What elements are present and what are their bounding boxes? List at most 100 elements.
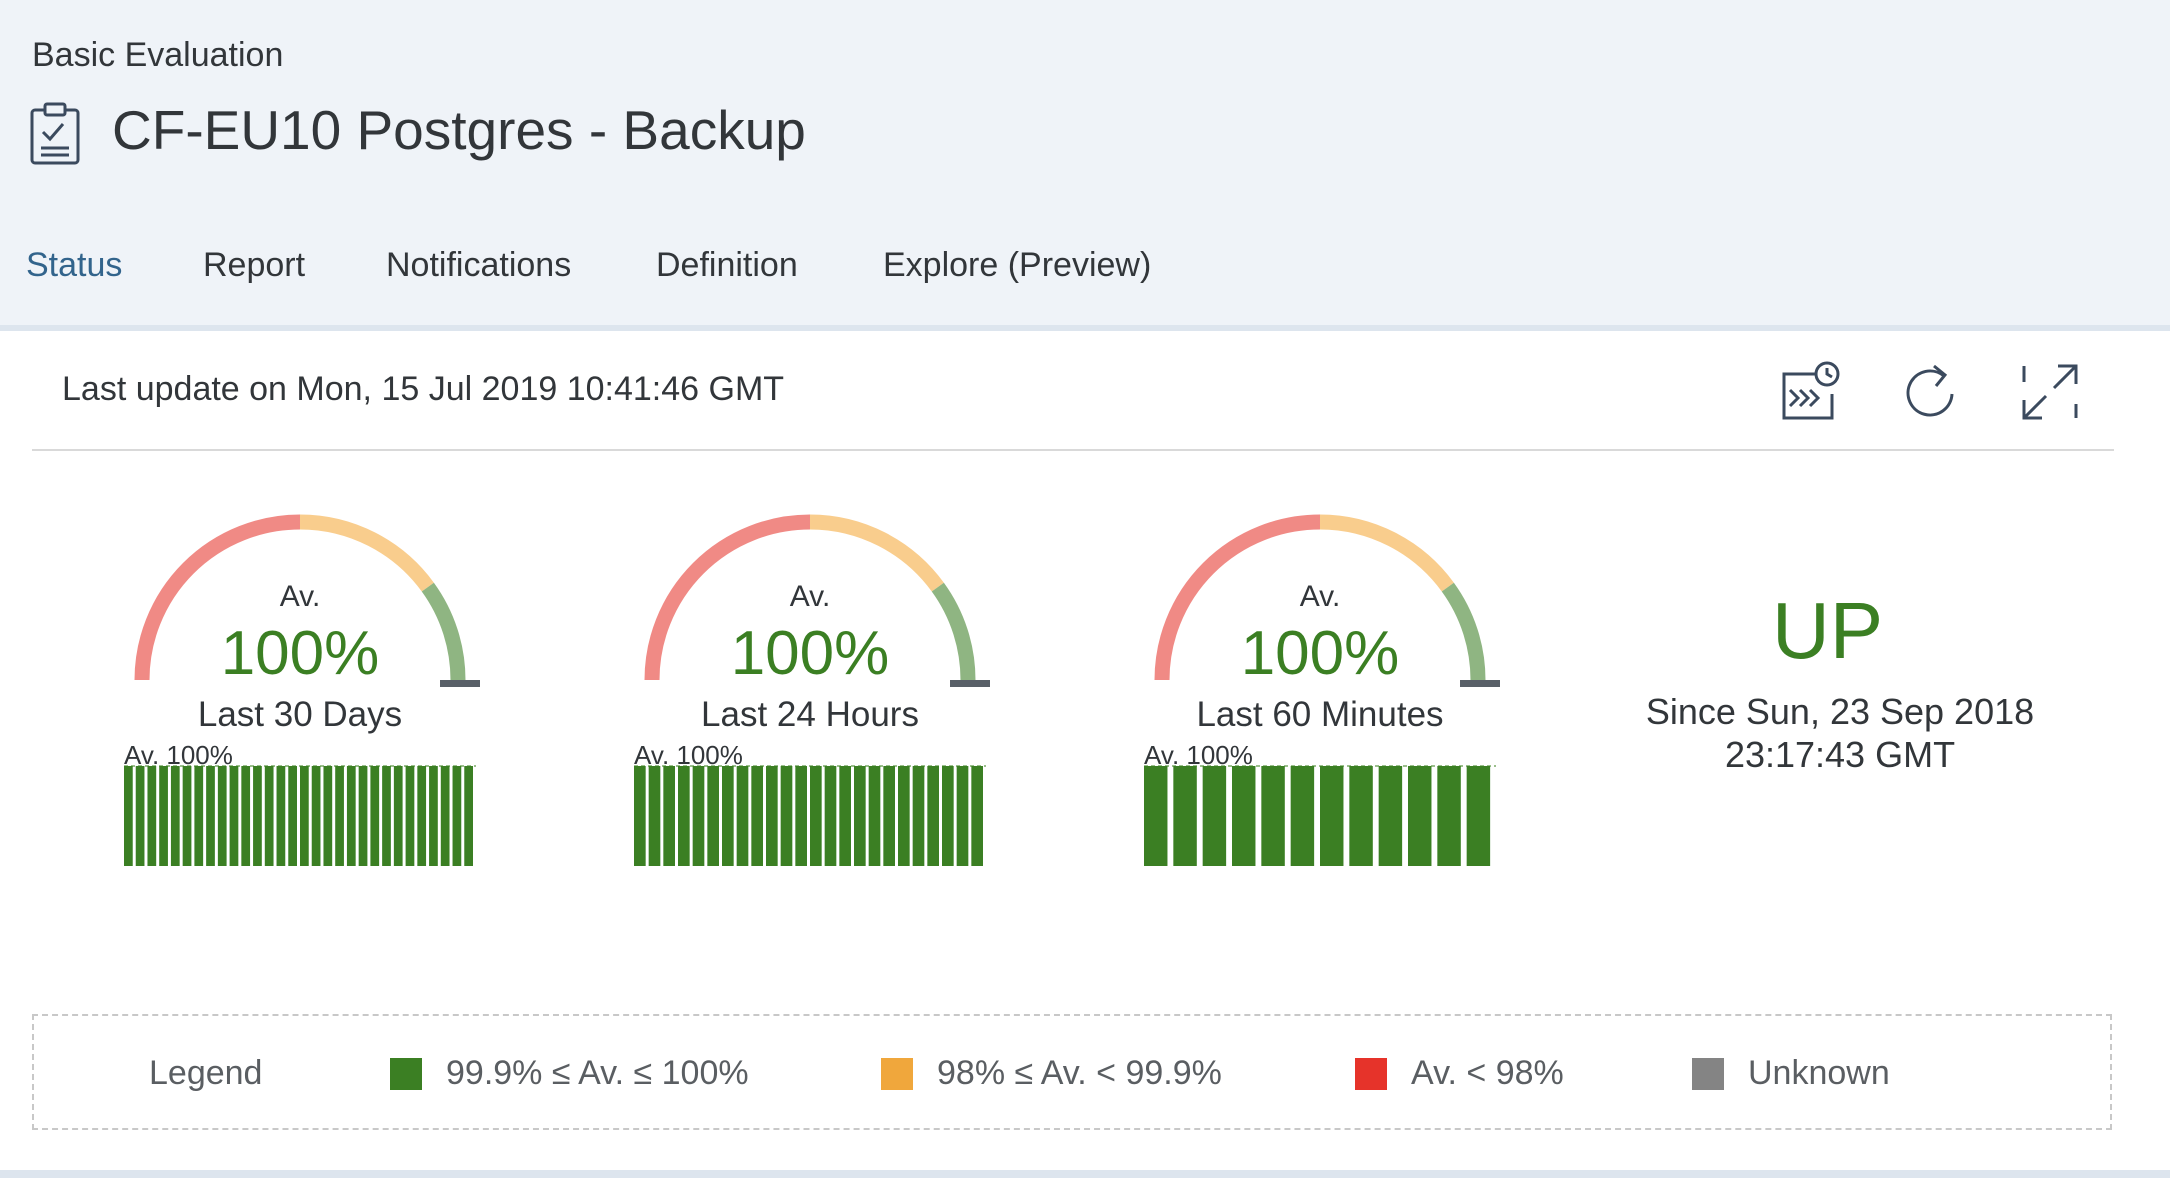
section-divider: [32, 449, 2114, 451]
availability-bar[interactable]: [159, 766, 168, 866]
availability-bar[interactable]: [417, 766, 427, 866]
availability-bar[interactable]: [1261, 766, 1285, 866]
availability-bar[interactable]: [429, 766, 438, 866]
availability-bar[interactable]: [288, 766, 297, 866]
availability-bar[interactable]: [722, 766, 734, 866]
status-since-time: 23:17:43 GMT: [1724, 734, 1956, 775]
availability-bar[interactable]: [300, 766, 309, 866]
availability-bar[interactable]: [1290, 766, 1315, 866]
availability-bar[interactable]: [346, 766, 356, 866]
availability-bar[interactable]: [1466, 766, 1491, 866]
availability-bar[interactable]: [276, 766, 286, 866]
gauge-period-label: Last 30 Days: [197, 695, 403, 734]
availability-bar[interactable]: [124, 766, 133, 866]
availability-bar[interactable]: [751, 766, 763, 866]
availability-bar[interactable]: [311, 766, 321, 866]
availability-bar[interactable]: [854, 766, 866, 866]
clipboard-check-icon: [30, 102, 80, 165]
availability-bar[interactable]: [898, 766, 910, 866]
legend-swatch-green: [390, 1058, 422, 1090]
tab-notifications[interactable]: Notifications: [386, 246, 571, 285]
gauge-value: 100%: [1240, 619, 1400, 688]
legend: Legend 99.9% ≤ Av. ≤ 100% 98% ≤ Av. < 99…: [32, 1014, 2112, 1130]
availability-bar[interactable]: [182, 766, 192, 866]
availability-bar[interactable]: [405, 766, 415, 866]
availability-bar[interactable]: [824, 766, 837, 866]
availability-bar[interactable]: [942, 766, 954, 866]
availability-bar[interactable]: [1378, 766, 1403, 866]
scheduled-play-icon[interactable]: [1778, 360, 1842, 424]
availability-bar[interactable]: [927, 766, 939, 866]
availability-bar[interactable]: [678, 766, 690, 866]
availability-bar[interactable]: [1408, 766, 1432, 866]
bottom-border: [0, 1170, 2170, 1178]
tab-definition[interactable]: Definition: [656, 246, 798, 285]
availability-bar[interactable]: [1144, 766, 1168, 866]
availability-bar[interactable]: [766, 766, 778, 866]
availability-bar[interactable]: [912, 766, 925, 866]
availability-bar[interactable]: [795, 766, 807, 866]
status-since: Since Sun, 23 Sep 2018 23:17:43 GMT: [1620, 690, 2060, 776]
availability-bar[interactable]: [1232, 766, 1256, 866]
gauge-av-label: Av.: [279, 580, 321, 613]
availability-bar[interactable]: [170, 766, 180, 866]
availability-bar[interactable]: [370, 766, 380, 866]
gauge-period-label: Last 24 Hours: [701, 695, 919, 734]
legend-swatch-red: [1355, 1058, 1387, 1090]
availability-bar[interactable]: [1320, 766, 1344, 866]
availability-bar[interactable]: [634, 766, 646, 866]
availability-bar[interactable]: [241, 766, 251, 866]
availability-bar[interactable]: [971, 766, 983, 866]
availability-bar-chart: [634, 765, 986, 866]
current-status: UP: [1772, 586, 1884, 675]
availability-bar[interactable]: [780, 766, 793, 866]
status-since-date: Since Sun, 23 Sep 2018: [1645, 691, 2035, 732]
availability-bar[interactable]: [868, 766, 881, 866]
legend-title: Legend: [149, 1054, 263, 1092]
availability-bar[interactable]: [956, 766, 969, 866]
availability-bar[interactable]: [707, 766, 719, 866]
gauge-value: 100%: [220, 619, 380, 688]
availability-bar[interactable]: [1173, 766, 1197, 866]
availability-bar[interactable]: [358, 766, 368, 866]
availability-bar[interactable]: [264, 766, 274, 866]
availability-bar[interactable]: [810, 766, 822, 866]
availability-bar[interactable]: [440, 766, 450, 866]
page-header: Basic Evaluation CF-EU10 Postgres - Back…: [0, 0, 2170, 331]
availability-bar[interactable]: [206, 766, 215, 866]
availability-bar[interactable]: [382, 766, 391, 866]
tab-report[interactable]: Report: [203, 246, 305, 285]
availability-bar[interactable]: [335, 766, 344, 866]
tab-status[interactable]: Status: [26, 246, 122, 285]
legend-swatch-unknown: [1692, 1058, 1724, 1090]
availability-bar[interactable]: [135, 766, 145, 866]
gauge-av-label: Av.: [789, 580, 831, 613]
availability-bar[interactable]: [839, 766, 851, 866]
refresh-icon[interactable]: [1898, 360, 1962, 424]
availability-bar[interactable]: [217, 766, 227, 866]
availability-bar[interactable]: [147, 766, 157, 866]
availability-bar[interactable]: [1437, 766, 1461, 866]
legend-swatch-orange: [881, 1058, 913, 1090]
availability-bar[interactable]: [393, 766, 403, 866]
availability-bar[interactable]: [452, 766, 462, 866]
legend-item-green: 99.9% ≤ Av. ≤ 100%: [446, 1054, 749, 1092]
availability-bar[interactable]: [1349, 766, 1373, 866]
availability-bar[interactable]: [648, 766, 661, 866]
availability-bar[interactable]: [464, 766, 473, 866]
gauge-last-60-minutes: Av. 100% Last 60 Minutes Av. 100%: [1120, 500, 1520, 880]
tab-bar: Status Report Notifications Definition E…: [0, 230, 2170, 331]
availability-bar[interactable]: [883, 766, 895, 866]
availability-bar[interactable]: [736, 766, 749, 866]
availability-bar[interactable]: [1202, 766, 1227, 866]
availability-bar[interactable]: [692, 766, 705, 866]
availability-bar[interactable]: [194, 766, 204, 866]
page-title: CF-EU10 Postgres - Backup: [112, 99, 806, 161]
tab-explore-preview[interactable]: Explore (Preview): [883, 246, 1151, 285]
header-border: [0, 325, 2170, 331]
availability-bar[interactable]: [663, 766, 675, 866]
availability-bar[interactable]: [229, 766, 239, 866]
availability-bar[interactable]: [323, 766, 333, 866]
fullscreen-icon[interactable]: [2018, 360, 2082, 424]
availability-bar[interactable]: [253, 766, 262, 866]
